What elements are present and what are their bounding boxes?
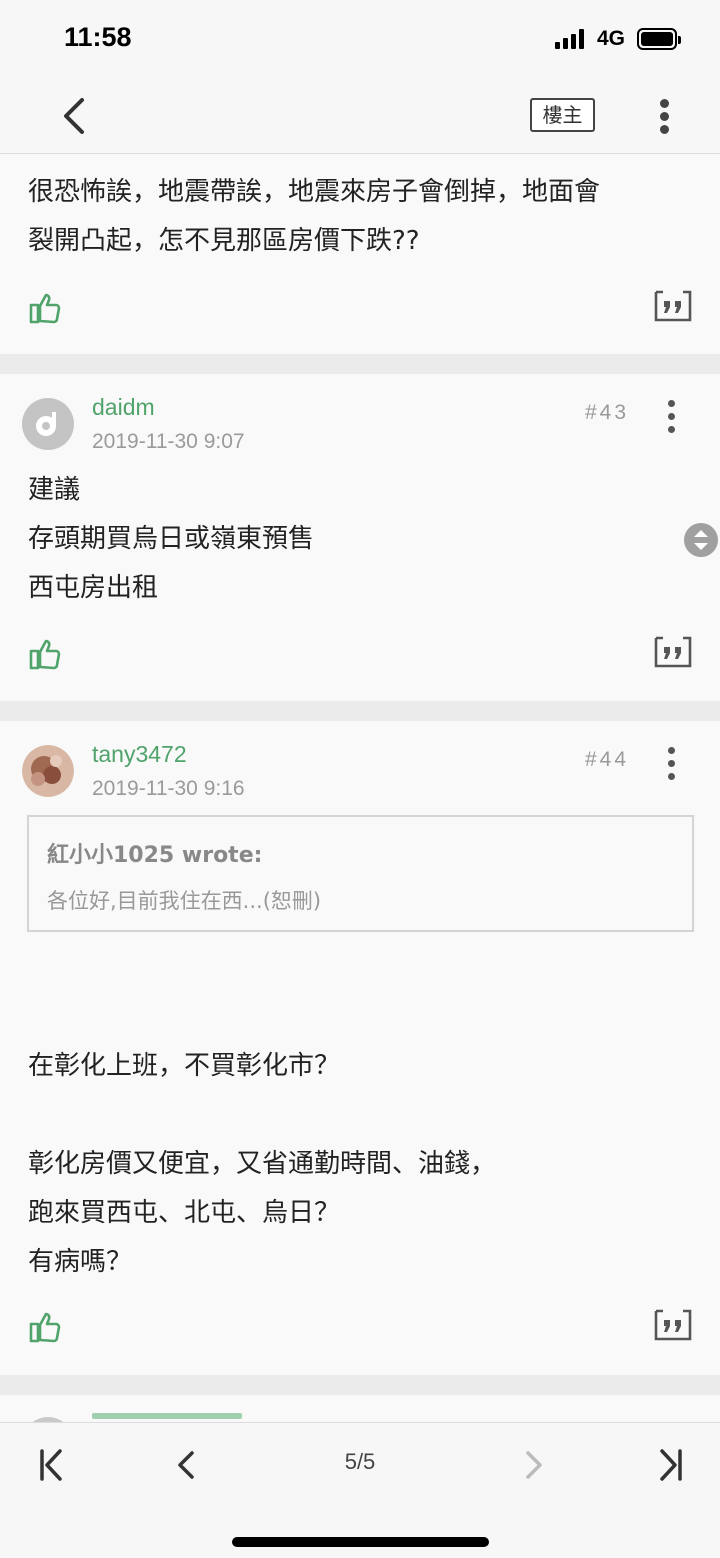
up-down-arrow-icon <box>694 530 708 550</box>
post-card-42: 很恐怖誒，地震帶誒，地震來房子會倒掉，地面會 裂開凸起，怎不見那區房價下跌?? <box>0 154 720 354</box>
quote-reply-icon[interactable] <box>654 288 692 322</box>
post-body: 建議存頭期買烏日或嶺東預售 西屯房出租 <box>28 466 314 613</box>
avatar[interactable] <box>22 398 74 450</box>
signal-strength-icon <box>555 29 584 49</box>
post-body-line: 在彰化上班，不買彰化市？ <box>28 1051 341 1081</box>
post-more-button[interactable] <box>662 747 682 781</box>
post-body-line: 存頭期買烏日或嶺東預售 <box>28 524 315 554</box>
dot <box>660 112 669 121</box>
quote-reply-icon[interactable] <box>654 634 692 668</box>
dot <box>660 125 669 134</box>
thumbs-up-icon[interactable] <box>28 1309 64 1345</box>
quoted-author: 紅小小1025 wrote: <box>47 843 263 868</box>
quote-reply-icon[interactable] <box>654 1307 692 1341</box>
dot <box>668 400 675 407</box>
dot <box>668 760 675 767</box>
dot <box>668 773 675 780</box>
floor-number: #44 <box>585 748 630 771</box>
nav-bar: 樓主 <box>0 80 720 154</box>
post-separator <box>0 354 720 374</box>
avatar[interactable] <box>22 745 74 797</box>
dot <box>660 99 669 108</box>
post-body-line: 西屯房出租 <box>28 573 159 603</box>
page-indicator[interactable]: 5/5 <box>320 1449 400 1475</box>
dot <box>668 413 675 420</box>
thumbs-up-icon[interactable] <box>28 290 64 326</box>
op-only-button[interactable]: 樓主 <box>530 98 595 132</box>
status-time: 11:58 <box>64 22 132 52</box>
user-photo-icon <box>22 745 74 797</box>
quoted-text: 各位好,目前我住在西...(恕刪) <box>47 889 322 913</box>
post-body-line: 建議 <box>28 475 81 505</box>
floor-number: #43 <box>585 401 630 424</box>
post-body-line: 很恐怖誒，地震帶誒，地震來房子會倒掉，地面會 <box>28 177 601 207</box>
post-card-next <box>0 1395 720 1469</box>
network-type: 4G <box>597 27 626 50</box>
post-body-line: 跑來買西屯、北屯、烏日？ <box>28 1198 341 1228</box>
pagination-bar: 5/5 <box>0 1422 720 1558</box>
previous-page-icon[interactable] <box>166 1445 206 1485</box>
post-body-line <box>28 1091 496 1140</box>
dot <box>668 747 675 754</box>
post-timestamp: 2019-11-30 9:07 <box>92 430 245 453</box>
next-page-icon <box>526 1451 542 1479</box>
post-author[interactable]: daidm <box>92 394 155 421</box>
post-author[interactable]: tany3472 <box>92 741 187 768</box>
post-timestamp: 2019-11-30 9:16 <box>92 777 245 800</box>
quoted-post[interactable]: 紅小小1025 wrote: 各位好,目前我住在西...(恕刪) <box>27 815 694 932</box>
post-card-43: daidm 2019-11-30 9:07 #43 建議存頭期買烏日或嶺東預售西… <box>0 374 720 701</box>
more-options-button[interactable] <box>652 94 678 138</box>
dot <box>668 426 675 433</box>
thumbs-up-icon[interactable] <box>28 636 64 672</box>
post-more-button[interactable] <box>662 400 682 434</box>
post-body-line: 有病嗎？ <box>28 1247 133 1277</box>
status-bar: 11:58 4G <box>0 0 720 80</box>
scroll-handle[interactable] <box>684 523 718 557</box>
post-author[interactable] <box>92 1413 242 1419</box>
post-body: 在彰化上班，不買彰化市？ 彰化房價又便宜，又省通勤時間、油錢， 跑來買西屯、北屯、烏… <box>28 1042 496 1287</box>
first-page-icon[interactable] <box>32 1445 72 1485</box>
last-page-icon <box>660 1449 682 1481</box>
home-indicator[interactable] <box>232 1537 489 1547</box>
back-arrow-icon[interactable] <box>56 94 92 138</box>
post-separator <box>0 1375 720 1395</box>
post-separator <box>0 701 720 721</box>
post-body-line: 彰化房價又便宜，又省通勤時間、油錢， <box>28 1149 497 1179</box>
battery-icon <box>637 28 681 50</box>
post-body: 很恐怖誒，地震帶誒，地震來房子會倒掉，地面會 裂開凸起，怎不見那區房價下跌?? <box>28 168 600 266</box>
post-body-line: 裂開凸起，怎不見那區房價下跌?? <box>28 226 420 256</box>
default-avatar-icon <box>22 398 74 450</box>
